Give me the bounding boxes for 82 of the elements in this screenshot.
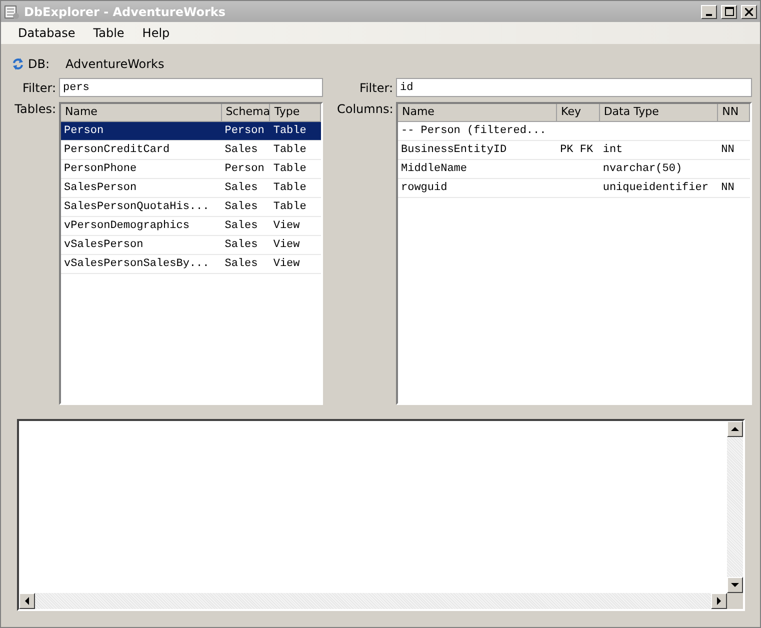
table-cell-text: View	[272, 258, 301, 270]
table-row[interactable]: PersonPhone Person Table	[61, 160, 321, 179]
table-cell-text: View	[272, 220, 301, 232]
table-row[interactable]: SalesPerson Sales Table	[61, 179, 321, 198]
scroll-right-button[interactable]	[711, 593, 727, 609]
table-cell-text: SalesPerson	[63, 182, 138, 194]
minimize-button[interactable]	[701, 4, 717, 18]
horizontal-scrollbar[interactable]	[19, 593, 727, 609]
table-row[interactable]: SalesPersonQuotaHis... Sales Table	[61, 198, 321, 217]
table-row[interactable]: vSalesPerson Sales View	[61, 236, 321, 255]
table-row[interactable]: vPersonDemographics Sales View	[61, 217, 321, 236]
window-title: DbExplorer - AdventureWorks	[24, 4, 227, 18]
menu-item[interactable]: Table	[84, 26, 134, 40]
table-cell-text: Table	[272, 163, 308, 175]
table-cell-text: Table	[272, 125, 308, 137]
refresh-icon[interactable]	[12, 57, 24, 71]
filter-label: Filter:	[21, 81, 56, 95]
scroll-up-button[interactable]	[727, 421, 743, 437]
table-row[interactable]: vSalesPersonSalesBy... Sales View	[61, 255, 321, 274]
column-header[interactable]: Data Type	[600, 104, 718, 121]
table-cell-text: Table	[272, 201, 308, 213]
close-icon	[745, 8, 753, 16]
table-cell-text: nvarchar(50)	[602, 163, 684, 175]
table-cell-text: Sales	[224, 239, 259, 251]
table-row[interactable]: Person Person Table	[61, 122, 321, 141]
table-cell-text: View	[272, 239, 301, 251]
menu-item[interactable]: Database	[9, 26, 84, 40]
arrow-right-icon	[715, 596, 723, 606]
columns-list[interactable]: Name Key Data Type NN -- Person (filtered... BusinessEntityID PK FK int NN MiddleName nvarchar(50) rowguid uniqueidentifier NN	[396, 102, 752, 405]
table-cell-text: Person	[63, 125, 105, 137]
table-cell-text: Sales	[224, 144, 259, 156]
column-header[interactable]: Name	[61, 104, 222, 121]
db-name: AdventureWorks	[66, 57, 164, 71]
maximize-icon	[724, 7, 734, 16]
close-button[interactable]	[741, 4, 757, 18]
table-cell-text: SalesPersonQuotaHis...	[63, 201, 210, 213]
table-cell-text: Table	[272, 182, 308, 194]
table-cell-text: rowguid	[400, 182, 448, 194]
scrollbar-corner	[727, 593, 743, 609]
column-filter-field[interactable]: id	[396, 78, 752, 97]
maximize-button[interactable]	[721, 4, 737, 18]
arrow-down-icon	[730, 581, 740, 589]
columns-label: Columns:	[337, 102, 393, 118]
filter-label: Filter:	[358, 81, 393, 95]
table-cell-text: PersonPhone	[63, 163, 138, 175]
table-cell-text: PK FK	[559, 144, 594, 156]
table-cell-text: Sales	[224, 258, 259, 270]
tables-label: Tables:	[14, 102, 56, 118]
column-header[interactable]: Name	[398, 104, 558, 121]
table-cell-text: vSalesPerson	[63, 239, 144, 251]
db-label: DB:	[28, 57, 50, 71]
table-cell-text: NN	[720, 182, 736, 194]
table-cell-text: Sales	[224, 201, 259, 213]
table-cell-text: Sales	[224, 220, 259, 232]
table-cell-text: Sales	[224, 182, 259, 194]
column-header[interactable]: Key	[557, 104, 600, 121]
column-header[interactable]: NN	[718, 104, 750, 121]
column-header[interactable]: Schema	[222, 104, 270, 121]
group-header: -- Person (filtered...	[400, 125, 548, 137]
table-cell-text: Person	[224, 163, 266, 175]
minimize-icon	[706, 14, 712, 16]
vertical-scrollbar[interactable]	[727, 421, 743, 593]
table-cell-text: vPersonDemographics	[63, 220, 190, 232]
table-cell-text: Person	[224, 125, 266, 137]
table-cell-text: MiddleName	[400, 163, 468, 175]
table-filter-field[interactable]: pers	[59, 78, 323, 97]
column-header[interactable]: Type	[270, 104, 321, 121]
scroll-left-button[interactable]	[19, 593, 35, 609]
table-cell-text: int	[602, 144, 624, 156]
table-cell-text: PersonCreditCard	[63, 144, 171, 156]
arrow-left-icon	[23, 596, 31, 606]
table-cell-text: vSalesPersonSalesBy...	[63, 258, 210, 270]
tables-list[interactable]	[59, 102, 323, 405]
table-cell-text: NN	[720, 144, 736, 156]
table-row[interactable]: PersonCreditCard Sales Table	[61, 141, 321, 160]
arrow-up-icon	[730, 425, 740, 433]
table-cell-text: Table	[272, 144, 308, 156]
scroll-down-button[interactable]	[727, 577, 743, 593]
table-cell-text: uniqueidentifier	[602, 182, 710, 194]
table-cell-text: BusinessEntityID	[400, 144, 508, 156]
menu-item[interactable]: Help	[133, 26, 179, 40]
app-icon	[4, 4, 20, 20]
